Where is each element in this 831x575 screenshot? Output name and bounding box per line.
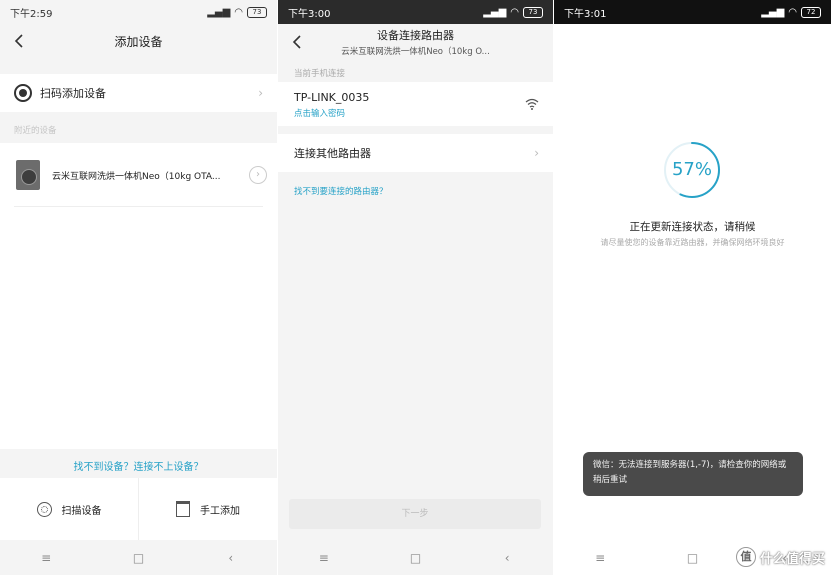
scan-add-label: 扫码添加设备 <box>40 87 106 100</box>
nearby-devices-label: 附近的设备 <box>14 126 57 136</box>
page-title: 设备连接路由器 <box>377 29 454 42</box>
help-link[interactable]: 找不到设备？连接不上设备？ <box>0 458 277 473</box>
menu-icon[interactable]: ≡ <box>314 551 334 565</box>
wifi-status-icon: ◠ <box>510 6 519 18</box>
screen-updating-status: 下午3:01 ▂▄▆ ◠ 72 57% 正在更新连接状态，请稍候 请尽量使您的设… <box>554 0 831 575</box>
back-icon[interactable] <box>288 32 308 52</box>
progress-ring: 57% <box>662 140 722 200</box>
scan-icon <box>36 501 52 517</box>
home-icon[interactable]: □ <box>128 551 148 565</box>
back-triangle-icon[interactable]: ‹ <box>497 551 517 565</box>
signal-icon: ▂▄▆ <box>207 6 231 18</box>
menu-icon[interactable]: ≡ <box>36 551 56 565</box>
screen-connect-router: 下午3:00 ▂▄▆ ◠ 73 设备连接路由器 云米互联网洗烘一体机Neo（10… <box>278 0 553 575</box>
status-bar: 下午3:01 ▂▄▆ ◠ 72 <box>554 0 831 24</box>
status-time: 下午3:01 <box>564 8 607 20</box>
bottom-actions: 扫描设备 手工添加 <box>0 478 277 540</box>
nav-bar: 设备连接路由器 云米互联网洗烘一体机Neo（10kg O... <box>278 24 553 60</box>
chevron-circle-icon: › <box>249 166 267 184</box>
home-icon[interactable]: □ <box>682 551 702 565</box>
status-time: 下午3:00 <box>288 8 331 20</box>
screen-add-device: 下午2:59 ▂▄▆ ◠ 73 添加设备 扫码添加设备 › 附近的设备 云米互联… <box>0 0 277 575</box>
scan-device-button[interactable]: 扫描设备 <box>0 478 138 540</box>
scan-device-label: 扫描设备 <box>61 505 102 517</box>
scan-ring-icon <box>14 84 32 102</box>
chevron-right-icon: › <box>258 86 263 100</box>
watermark-badge: 值 <box>735 547 756 567</box>
other-router-row[interactable]: 连接其他路由器 › <box>278 134 553 172</box>
watermark-text: 什么值得买 <box>759 551 825 567</box>
system-nav-bar: ≡ □ ‹ <box>0 541 277 575</box>
chevron-right-icon: › <box>534 146 539 160</box>
page-subtitle: 云米互联网洗烘一体机Neo（10kg O... <box>341 47 490 57</box>
status-bar: 下午3:00 ▂▄▆ ◠ 73 <box>278 0 553 24</box>
back-icon[interactable] <box>10 31 30 51</box>
wifi-name: TP-LINK_0035 <box>294 91 370 104</box>
device-list-item[interactable]: 云米互联网洗烘一体机Neo（10kg OTA... › <box>0 143 277 207</box>
next-button[interactable]: 下一步 <box>289 499 541 529</box>
status-subtitle: 请尽量使您的设备靠近路由器，并确保网络环境良好 <box>600 238 785 247</box>
watermark: 值 什么值得买 <box>735 547 825 567</box>
wifi-status-icon: ◠ <box>234 6 243 18</box>
menu-icon[interactable]: ≡ <box>590 551 610 565</box>
manual-add-icon <box>176 501 190 517</box>
other-router-label: 连接其他路由器 <box>294 147 371 160</box>
battery-icon: 73 <box>247 6 267 18</box>
enter-password-link[interactable]: 点击输入密码 <box>294 107 553 119</box>
status-title: 正在更新连接状态，请稍候 <box>629 221 756 233</box>
nav-bar: 添加设备 <box>0 24 277 58</box>
error-toast: 微信：无法连接到服务器(1,-7)，请检查你的网络或稍后重试 <box>583 452 803 496</box>
wifi-status-icon: ◠ <box>788 6 797 18</box>
cant-find-router-link[interactable]: 找不到要连接的路由器？ <box>294 185 388 197</box>
page-title: 添加设备 <box>114 34 163 49</box>
device-name: 云米互联网洗烘一体机Neo（10kg OTA... <box>52 171 221 182</box>
system-nav-bar: ≡ □ ‹ <box>278 541 553 575</box>
battery-icon: 73 <box>523 6 543 18</box>
status-bar: 下午2:59 ▂▄▆ ◠ 73 <box>0 0 277 24</box>
status-time: 下午2:59 <box>10 8 53 20</box>
current-wifi-row[interactable]: TP-LINK_0035 点击输入密码 <box>278 82 553 126</box>
empty-list-area <box>0 207 277 449</box>
washer-icon <box>16 160 40 190</box>
current-connection-label: 当前手机连接 <box>294 69 346 79</box>
signal-icon: ▂▄▆ <box>761 6 785 18</box>
home-icon[interactable]: □ <box>405 551 425 565</box>
signal-icon: ▂▄▆ <box>483 6 507 18</box>
manual-add-button[interactable]: 手工添加 <box>138 478 277 540</box>
progress-percent: 57% <box>671 159 712 180</box>
back-triangle-icon[interactable]: ‹ <box>221 551 241 565</box>
manual-add-label: 手工添加 <box>200 505 240 517</box>
battery-icon: 72 <box>801 6 821 18</box>
scan-add-row[interactable]: 扫码添加设备 › <box>0 74 277 112</box>
wifi-icon <box>525 98 539 110</box>
